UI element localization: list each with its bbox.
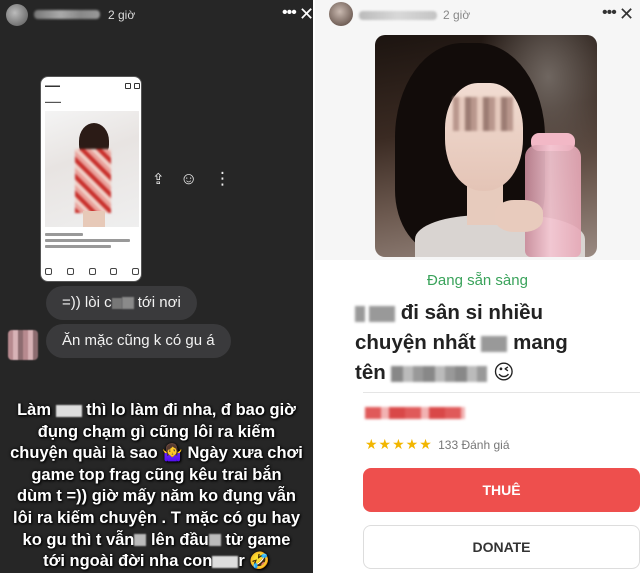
- screenshot-subheader: ▬▬▬▬: [45, 99, 61, 104]
- face-blur: [453, 97, 513, 131]
- share-icon[interactable]: ⇪: [152, 172, 165, 187]
- right-story: 2 giờ ••• ✕ Đang sẵn sàng đi sân si nhiề…: [315, 0, 640, 573]
- redacted-text: [121, 297, 134, 310]
- message-text: Ăn mặc cũng k có gu á: [62, 332, 215, 349]
- emoji-icon[interactable]: ☺: [180, 170, 197, 187]
- message-bubble[interactable]: Ăn mặc cũng k có gu á: [46, 324, 231, 358]
- sender-avatar-redacted[interactable]: [8, 330, 38, 360]
- screenshot-icon: [125, 83, 131, 89]
- more-horizontal-icon[interactable]: •••: [602, 5, 617, 21]
- redacted-text: [212, 555, 239, 568]
- rating: ★★★★★ 133 Đánh giá: [365, 436, 510, 453]
- redacted-text: [391, 365, 488, 382]
- screenshot-nav-bar: [45, 268, 139, 275]
- left-story-header: 2 giờ ••• ✕: [0, 0, 313, 30]
- screenshot-icon: [134, 83, 140, 89]
- more-vertical-icon[interactable]: ⋮: [214, 170, 231, 187]
- donate-button[interactable]: DONATE: [363, 525, 640, 569]
- redacted-text: [55, 404, 82, 417]
- more-horizontal-icon[interactable]: •••: [282, 5, 297, 21]
- shared-screenshot[interactable]: ▬▬▬ ▬▬▬▬: [40, 76, 142, 282]
- avatar[interactable]: [329, 2, 353, 26]
- redacted-text: [481, 335, 508, 352]
- redacted-text: [369, 305, 395, 322]
- post-time: 2 giờ: [108, 8, 136, 22]
- username-redacted: [34, 10, 100, 19]
- post-time: 2 giờ: [443, 8, 471, 22]
- redacted-text: [208, 534, 221, 547]
- price-redacted: [365, 407, 465, 419]
- screenshot-caption-lines: [45, 233, 139, 251]
- message-text-part: =)) lòi c: [62, 294, 112, 311]
- status-badge: Đang sẵn sàng: [427, 272, 528, 289]
- screenshot-photo: [45, 111, 139, 227]
- redacted-text: [355, 305, 365, 322]
- redacted-text: [134, 534, 147, 547]
- message-bubble[interactable]: =)) lòi c tới nơi: [46, 286, 197, 320]
- star-rating-icon: ★★★★★: [365, 436, 433, 452]
- hire-button[interactable]: THUÊ: [363, 468, 640, 512]
- left-story: 2 giờ ••• ✕ ▬▬▬ ▬▬▬▬ ⇪ ☺ ⋮ =)) lòi c tới…: [0, 0, 313, 573]
- card-divider: [363, 392, 640, 393]
- profile-headline: đi sân si nhiều chuyện nhất mang tên 😉: [355, 301, 568, 384]
- message-text-part: tới nơi: [133, 294, 181, 311]
- avatar[interactable]: [6, 4, 28, 26]
- right-story-header: 2 giờ ••• ✕: [315, 0, 640, 30]
- username-redacted: [359, 11, 437, 20]
- screenshot-header: ▬▬▬: [45, 83, 60, 89]
- redacted-text: [111, 297, 122, 309]
- close-icon[interactable]: ✕: [619, 5, 634, 23]
- rating-count: 133 Đánh giá: [438, 438, 510, 452]
- close-icon[interactable]: ✕: [299, 5, 313, 23]
- story-caption: Làm thì lo làm đi nha, đ bao giờ đụng ch…: [10, 401, 303, 571]
- profile-photo[interactable]: [375, 35, 597, 257]
